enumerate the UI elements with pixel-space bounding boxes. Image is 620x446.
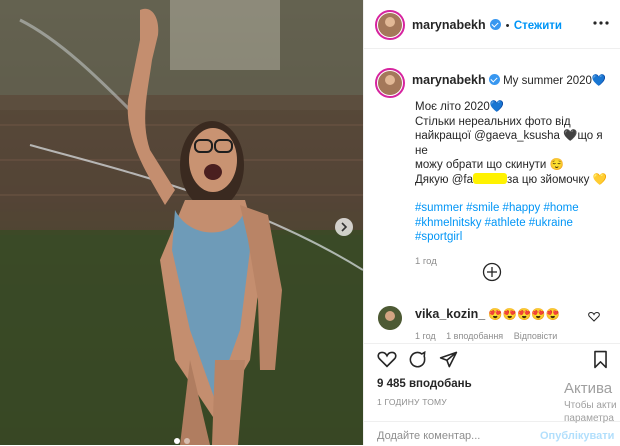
comment-username[interactable]: vika_kozin_ [415,307,485,321]
caption-line: Моє літо 2020💙 [415,101,505,113]
comment-time: 1 год [415,331,436,341]
hashtag-line[interactable]: #khmelnitsky #athlete #ukraine [415,216,615,231]
highlight-redaction [473,172,508,184]
caption-body: Моє літо 2020💙 Стільки нереальних фото в… [415,100,615,269]
comment-like-heart-icon[interactable] [588,311,600,322]
separator-dot: • [505,20,510,32]
carousel-dot [183,438,190,444]
avatar-image [378,71,402,95]
comment-text: 😍😍😍😍😍 [488,309,560,321]
caption-line: Стільки нереальних фото від [415,115,571,128]
comment: vika_kozin_ 😍😍😍😍😍 [415,307,560,321]
comment-likes[interactable]: 1 вподобання [446,331,503,341]
post-sidebar: marynabekh • Стежити marynabekh My summe… [363,0,620,445]
post-timestamp[interactable]: 1 ГОДИНУ ТОМУ [377,397,447,407]
add-comment-bar: Додайте коментар... Опублікувати [364,421,620,446]
caption-time: 1 год [415,255,437,267]
like-heart-icon[interactable] [377,350,397,368]
avatar[interactable] [378,13,402,37]
watermark-line: параметра [564,413,614,424]
verified-badge-icon [488,74,500,85]
comment-input[interactable]: Додайте коментар... [377,430,480,442]
post-header: marynabekh • Стежити [364,0,620,49]
verified-badge-icon [490,19,502,30]
hashtag-line[interactable]: #sportgirl [415,230,615,245]
caption-avatar[interactable] [378,71,402,95]
watermark-line: Чтобы акти [564,400,617,411]
carousel-dot [173,438,180,444]
chevron-right-icon [341,222,348,232]
plus-circle-icon[interactable] [482,262,502,282]
commenter-avatar[interactable] [378,306,402,330]
share-plane-icon[interactable] [439,350,458,369]
avatar-image [378,13,402,37]
carousel-dots [0,438,363,444]
mention-link[interactable]: Дякую @fa [415,174,473,186]
caption-line: можу обрати що скинути 😌 [415,159,564,171]
comment-bubble-icon[interactable] [408,350,427,369]
hashtag-line[interactable]: #summer #smile #happy #home [415,201,615,216]
avatar-image [378,306,402,330]
caption-inline-text: My summer 2020💙 [503,75,607,87]
more-dots-icon[interactable] [593,21,609,25]
photo-image [0,0,363,445]
caption-line: найкращої @gaeva_ksusha 🖤що я не [415,130,603,157]
caption-username[interactable]: marynabekh [412,73,486,87]
carousel-next-button[interactable] [335,218,353,236]
follow-button[interactable]: Стежити [514,20,562,32]
caption-line-end: за цю зйомочку 💛 [507,173,607,186]
divider [364,343,620,344]
header-username[interactable]: marynabekh [412,18,486,32]
post-comment-button[interactable]: Опублікувати [540,430,614,442]
likes-count[interactable]: 9 485 вподобань [377,378,472,390]
reply-button[interactable]: Відповісти [514,331,558,341]
caption-line: Дякую @fa за цю зйомочку 💛 [415,172,615,188]
watermark-title: Актива [564,380,613,397]
bookmark-icon[interactable] [592,350,609,369]
comment-meta: 1 год 1 вподобання Відповісти [415,331,557,341]
post-photo[interactable] [0,0,363,445]
